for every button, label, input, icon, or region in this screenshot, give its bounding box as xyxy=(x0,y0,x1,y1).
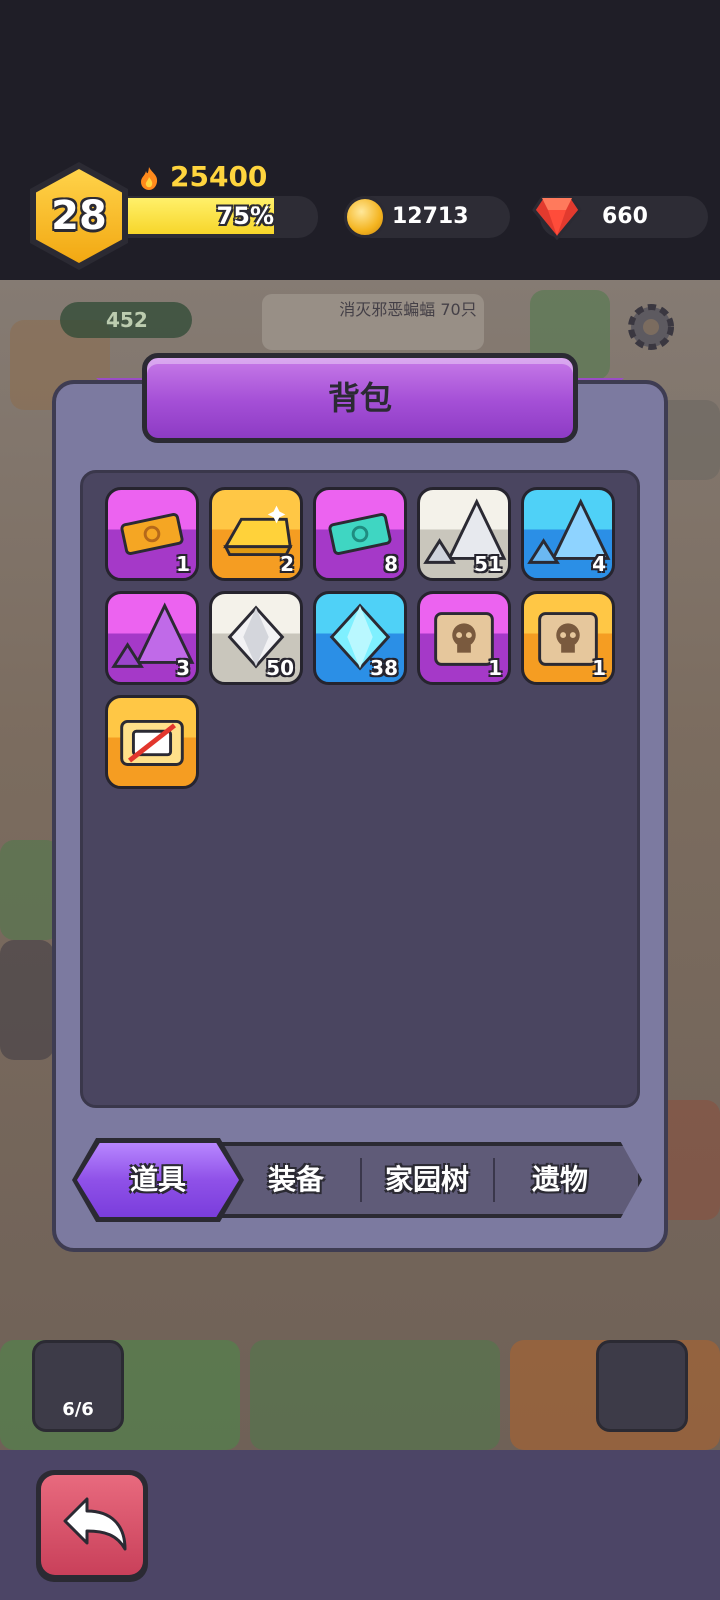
inventory-slot[interactable]: 3 xyxy=(105,591,199,685)
tab-equipment[interactable]: 装备 xyxy=(234,1142,358,1218)
gear-icon xyxy=(628,304,674,350)
pet-count: 6/6 xyxy=(62,1399,94,1420)
xp-percent: 75% xyxy=(216,202,274,230)
inventory-slot[interactable]: 50 xyxy=(209,591,303,685)
inventory-slot[interactable]: 1 xyxy=(417,591,511,685)
gem-value: 660 xyxy=(602,204,648,229)
shovel-icon xyxy=(596,1340,688,1432)
item-count: 1 xyxy=(592,656,606,680)
back-arrow-icon xyxy=(63,1497,127,1551)
item-count: 38 xyxy=(370,656,398,680)
item-count: 51 xyxy=(474,552,502,576)
tab-relics[interactable]: 遗物 xyxy=(495,1142,625,1218)
quest-text: 消灭邪恶蝙蝠 70只 xyxy=(339,300,477,319)
inventory-grid: 1 2 8 51 4 3 50 38 1 1 xyxy=(80,470,640,1108)
inventory-slot[interactable]: 4 xyxy=(521,487,615,581)
item-count: 4 xyxy=(592,552,606,576)
quest-banner: 消灭邪恶蝙蝠 70只 xyxy=(262,294,484,350)
player-level: 28 xyxy=(51,193,107,239)
pet-slot: 6/6 xyxy=(32,1340,124,1432)
inventory-slot[interactable] xyxy=(105,695,199,789)
inventory-slot[interactable]: 38 xyxy=(313,591,407,685)
item-count: 2 xyxy=(280,552,294,576)
flame-icon xyxy=(141,167,158,190)
inventory-slot[interactable]: 1 xyxy=(105,487,199,581)
coin-value: 12713 xyxy=(392,204,469,229)
item-count: 1 xyxy=(488,656,502,680)
item-count: 50 xyxy=(266,656,294,680)
meat-value: 452 xyxy=(106,308,148,332)
back-button[interactable] xyxy=(36,1470,148,1582)
item-count: 8 xyxy=(384,552,398,576)
item-count: 3 xyxy=(176,656,190,680)
meat-counter: 452 xyxy=(60,302,192,338)
coin-icon xyxy=(344,196,386,238)
ruby-gem-icon xyxy=(532,196,582,240)
inventory-slot[interactable]: 2 xyxy=(209,487,303,581)
no-ads-card-icon xyxy=(120,720,184,766)
panel-title-banner: 背包 xyxy=(142,353,578,443)
inventory-slot[interactable]: 1 xyxy=(521,591,615,685)
panel-title: 背包 xyxy=(327,379,392,417)
inventory-slot[interactable]: 8 xyxy=(313,487,407,581)
tab-items-label: 道具 xyxy=(129,1163,186,1196)
power-value: 25400 xyxy=(170,160,268,193)
inventory-slot[interactable]: 51 xyxy=(417,487,511,581)
item-count: 1 xyxy=(176,552,190,576)
tab-home-tree[interactable]: 家园树 xyxy=(362,1142,492,1218)
